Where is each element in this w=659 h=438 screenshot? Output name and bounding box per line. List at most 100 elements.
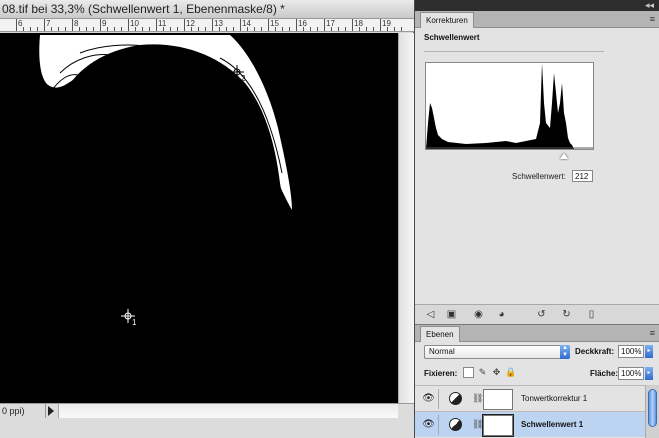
korrekturen-toolbar: ◁ ▣ ◉ ◕ ↺ ↻ ▯ (415, 304, 659, 324)
ruler-minor-tick (205, 27, 206, 31)
ruler-tick (16, 19, 17, 31)
ruler-minor-tick (163, 27, 164, 31)
scrollbar-thumb[interactable] (648, 389, 657, 427)
chevron-updown-icon[interactable]: ▲ ▼ (560, 345, 570, 359)
panel-dock: ◂◂ Korrekturen ≡ Schwellenwert Schwellen… (415, 0, 659, 438)
adjustment-heading: Schwellenwert (424, 33, 480, 42)
ruler-minor-tick (23, 27, 24, 31)
ruler-minor-tick (135, 27, 136, 31)
eye-icon[interactable]: 👁 (419, 389, 439, 409)
threshold-image: 2 1 (39, 35, 292, 327)
status-info: 0 ppi) (0, 404, 46, 418)
layer-name: Tonwertkorrektur 1 (521, 394, 588, 403)
ruler-minor-tick (303, 27, 304, 31)
fill-dropdown-icon[interactable]: ▸ (645, 367, 653, 380)
chain-link-icon[interactable]: ⛓ (472, 392, 483, 405)
status-menu-arrow-icon[interactable] (48, 406, 54, 416)
reset-previous-icon[interactable]: ↺ (535, 308, 548, 321)
threshold-input[interactable]: 212 (572, 170, 593, 182)
layer-row-selected[interactable]: 👁 ⛓ Schwellenwert 1 (415, 411, 645, 437)
dock-topbar: ◂◂ (415, 0, 659, 11)
ruler-minor-tick (373, 27, 374, 31)
ruler-tick (184, 19, 185, 31)
ruler-minor-tick (331, 27, 332, 31)
image-canvas[interactable]: 2 1 (0, 33, 398, 403)
ruler-minor-tick (198, 27, 199, 31)
blend-mode-value: Normal (429, 347, 455, 356)
ruler-minor-tick (30, 27, 31, 31)
korrekturen-panel: Korrekturen ≡ Schwellenwert Schwellenwer… (415, 11, 659, 324)
ruler-tick (100, 19, 101, 31)
tab-ebenen[interactable]: Ebenen (420, 326, 460, 342)
back-icon[interactable]: ◁ (424, 308, 437, 321)
ruler-minor-tick (282, 27, 283, 31)
horizontal-scrollbar[interactable] (58, 404, 398, 418)
eye-icon[interactable]: 👁 (419, 415, 439, 435)
panel-menu-icon[interactable]: ≡ (650, 14, 655, 24)
ruler-minor-tick (394, 27, 395, 31)
ruler-tick (156, 19, 157, 31)
ruler-tick (296, 19, 297, 31)
ebenen-tabbar: Ebenen ≡ (415, 325, 659, 342)
ruler-minor-tick (359, 27, 360, 31)
lock-label: Fixieren: (424, 369, 458, 378)
layers-scrollbar[interactable] (645, 385, 659, 438)
visibility-icon[interactable]: ◕ (495, 308, 508, 321)
layer-name: Schwellenwert 1 (521, 420, 584, 429)
opacity-input[interactable]: 100% (618, 345, 644, 358)
layer-row[interactable]: 👁 ⛓ Tonwertkorrektur 1 (415, 385, 645, 411)
ruler-minor-tick (51, 27, 52, 31)
photoshop-workspace: 08.tif bei 33,3% (Schwellenwert 1, Ebene… (0, 0, 659, 438)
threshold-label: Schwellenwert: (512, 172, 566, 181)
blend-mode-select[interactable]: Normal ▲ ▼ (424, 345, 570, 359)
ruler-number: 7 (46, 19, 51, 28)
lock-transparency-icon[interactable] (463, 367, 474, 378)
color-sampler-1-label: 1 (132, 318, 137, 327)
document-title[interactable]: 08.tif bei 33,3% (Schwellenwert 1, Ebene… (0, 0, 414, 19)
ruler-minor-tick (338, 27, 339, 31)
ruler-tick (352, 19, 353, 31)
horizontal-ruler: 6 7 8 9 10 11 12 13 14 15 16 17 18 19 (0, 19, 414, 32)
collapse-arrows-icon[interactable]: ◂◂ (645, 0, 654, 11)
clip-icon[interactable]: ▣ (445, 308, 458, 321)
ruler-tick (324, 19, 325, 31)
ruler-tick (380, 19, 381, 31)
panel-menu-icon[interactable]: ≡ (650, 328, 655, 338)
ruler-minor-tick (289, 27, 290, 31)
ruler-minor-tick (37, 27, 38, 31)
adjustment-layer-icon (449, 418, 462, 431)
tab-korrekturen[interactable]: Korrekturen (420, 12, 474, 28)
threshold-slider-handle[interactable] (560, 153, 568, 159)
lock-position-icon[interactable]: ✥ (491, 367, 502, 378)
ruler-minor-tick (93, 27, 94, 31)
ruler-minor-tick (142, 27, 143, 31)
ruler-minor-tick (114, 27, 115, 31)
mask-icon[interactable]: ◉ (472, 308, 485, 321)
ruler-minor-tick (107, 27, 108, 31)
fill-input[interactable]: 100% (618, 367, 644, 380)
ruler-minor-tick (219, 27, 220, 31)
chain-link-icon[interactable]: ⛓ (472, 418, 483, 431)
trash-icon[interactable]: ▯ (585, 308, 598, 321)
vertical-scrollbar[interactable] (398, 33, 414, 403)
ruler-minor-tick (366, 27, 367, 31)
korrekturen-tabbar: Korrekturen ≡ (415, 11, 659, 28)
layer-mask-thumbnail[interactable] (483, 389, 513, 410)
ruler-minor-tick (310, 27, 311, 31)
reset-icon[interactable]: ↻ (560, 308, 573, 321)
ebenen-panel: Ebenen ≡ Normal ▲ ▼ Deckkraft: 100% ▸ Fix… (415, 324, 659, 438)
lock-pixels-icon[interactable]: ✎ (477, 367, 488, 378)
layer-mask-thumbnail[interactable] (482, 414, 514, 437)
ruler-minor-tick (345, 27, 346, 31)
threshold-histogram (425, 62, 594, 150)
opacity-dropdown-icon[interactable]: ▸ (645, 345, 653, 358)
opacity-label: Deckkraft: (575, 347, 615, 356)
ruler-minor-tick (191, 27, 192, 31)
ruler-minor-tick (317, 27, 318, 31)
ruler-tick (44, 19, 45, 31)
document-window: 08.tif bei 33,3% (Schwellenwert 1, Ebene… (0, 0, 414, 438)
ruler-number: 9 (102, 19, 107, 28)
ruler-minor-tick (275, 27, 276, 31)
ruler-tick (128, 19, 129, 31)
lock-all-icon[interactable]: 🔒 (505, 367, 516, 378)
